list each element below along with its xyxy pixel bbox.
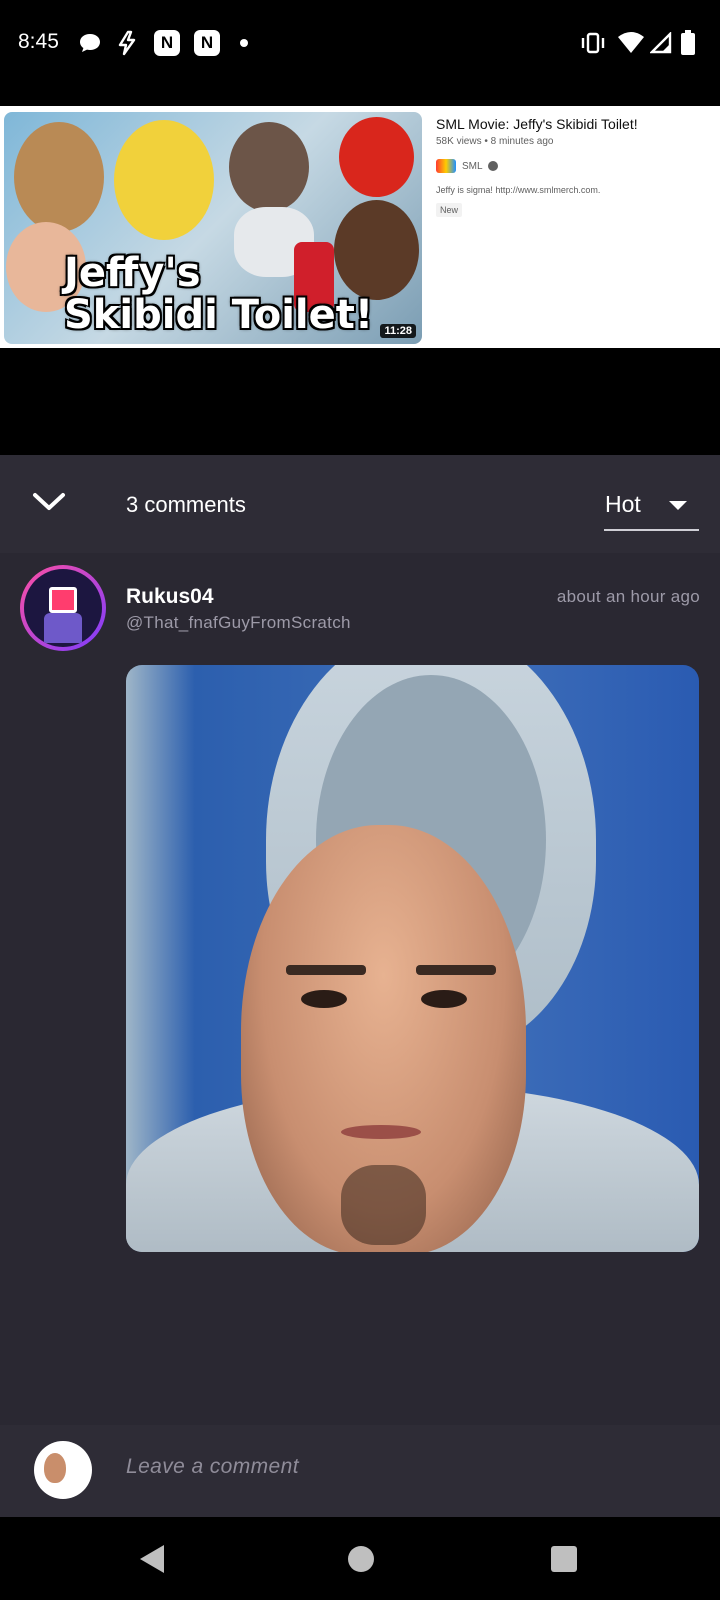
comments-sheet: 3 comments Hot Rukus04 @That_fnafGuyFrom…: [0, 455, 720, 1515]
app-n-icon: N: [154, 30, 180, 56]
thumbnail-title-line1: Jeffy's: [64, 250, 201, 296]
left-eye: [301, 990, 347, 1008]
left-eyebrow: [286, 965, 366, 975]
puppet-figure: [114, 120, 214, 240]
comment-timestamp: about an hour ago: [556, 587, 700, 606]
comment-count: 3 comments: [126, 492, 246, 517]
caret-down-icon: [669, 501, 687, 510]
video-description: Jeffy is sigma! http://www.smlmerch.com.: [436, 185, 601, 195]
comments-header: 3 comments Hot: [0, 455, 720, 553]
video-title[interactable]: SML Movie: Jeffy's Skibidi Toilet!: [436, 116, 716, 132]
battery-icon: [680, 30, 696, 56]
comment-handle: @That_fnafGuyFromScratch: [126, 613, 351, 632]
bolt-icon: [114, 30, 140, 56]
wifi-icon: [617, 30, 645, 56]
sort-dropdown[interactable]: Hot: [604, 477, 699, 531]
right-eyebrow: [416, 965, 496, 975]
current-user-avatar[interactable]: [34, 1441, 92, 1499]
puppet-figure: [14, 122, 104, 232]
channel-logo-icon: [436, 159, 456, 173]
video-thumbnail[interactable]: Jeffy's Skibidi Toilet! 11:28: [4, 112, 422, 344]
beard: [341, 1165, 426, 1245]
home-icon[interactable]: [348, 1546, 374, 1572]
status-bar: 8:45 N N: [0, 0, 720, 90]
mouth: [341, 1125, 421, 1139]
channel-name: SML: [462, 160, 483, 172]
dot-icon: [240, 30, 248, 56]
new-badge: New: [436, 203, 463, 217]
comment-username[interactable]: Rukus04: [126, 585, 214, 609]
recents-icon[interactable]: [551, 1546, 577, 1572]
thumbnail-title: Jeffy's Skibidi Toilet!: [64, 252, 373, 336]
comment-input[interactable]: [126, 1455, 686, 1479]
avatar-body: [44, 613, 82, 643]
back-icon[interactable]: [140, 1545, 164, 1573]
right-eye: [421, 990, 467, 1008]
chat-bubble-icon: [78, 30, 102, 56]
video-duration: 11:28: [380, 324, 416, 338]
chevron-down-icon[interactable]: [32, 491, 66, 513]
sort-value: Hot: [605, 491, 641, 517]
comment-input-bar: [0, 1425, 720, 1517]
comment-image[interactable]: [126, 665, 699, 1252]
avatar[interactable]: [20, 565, 106, 651]
verified-icon: [487, 161, 498, 171]
video-preview-card[interactable]: Jeffy's Skibidi Toilet! 11:28 SML Movie:…: [0, 106, 720, 348]
vibrate-icon: [580, 30, 606, 56]
status-time: 8:45: [18, 30, 59, 53]
signal-icon: [650, 30, 672, 56]
thumbnail-title-line2: Skibidi Toilet!: [64, 292, 374, 338]
puppet-figure: [339, 117, 414, 197]
video-meta: 58K views • 8 minutes ago: [436, 136, 554, 147]
app-n-icon: N: [194, 30, 220, 56]
puppet-figure: [229, 122, 309, 212]
navigation-bar: [0, 1517, 720, 1600]
video-info: SML Movie: Jeffy's Skibidi Toilet! 58K v…: [436, 116, 716, 218]
avatar-face: [44, 1453, 66, 1483]
avatar-tv-head: [49, 587, 77, 613]
channel-row[interactable]: SML: [436, 159, 716, 173]
